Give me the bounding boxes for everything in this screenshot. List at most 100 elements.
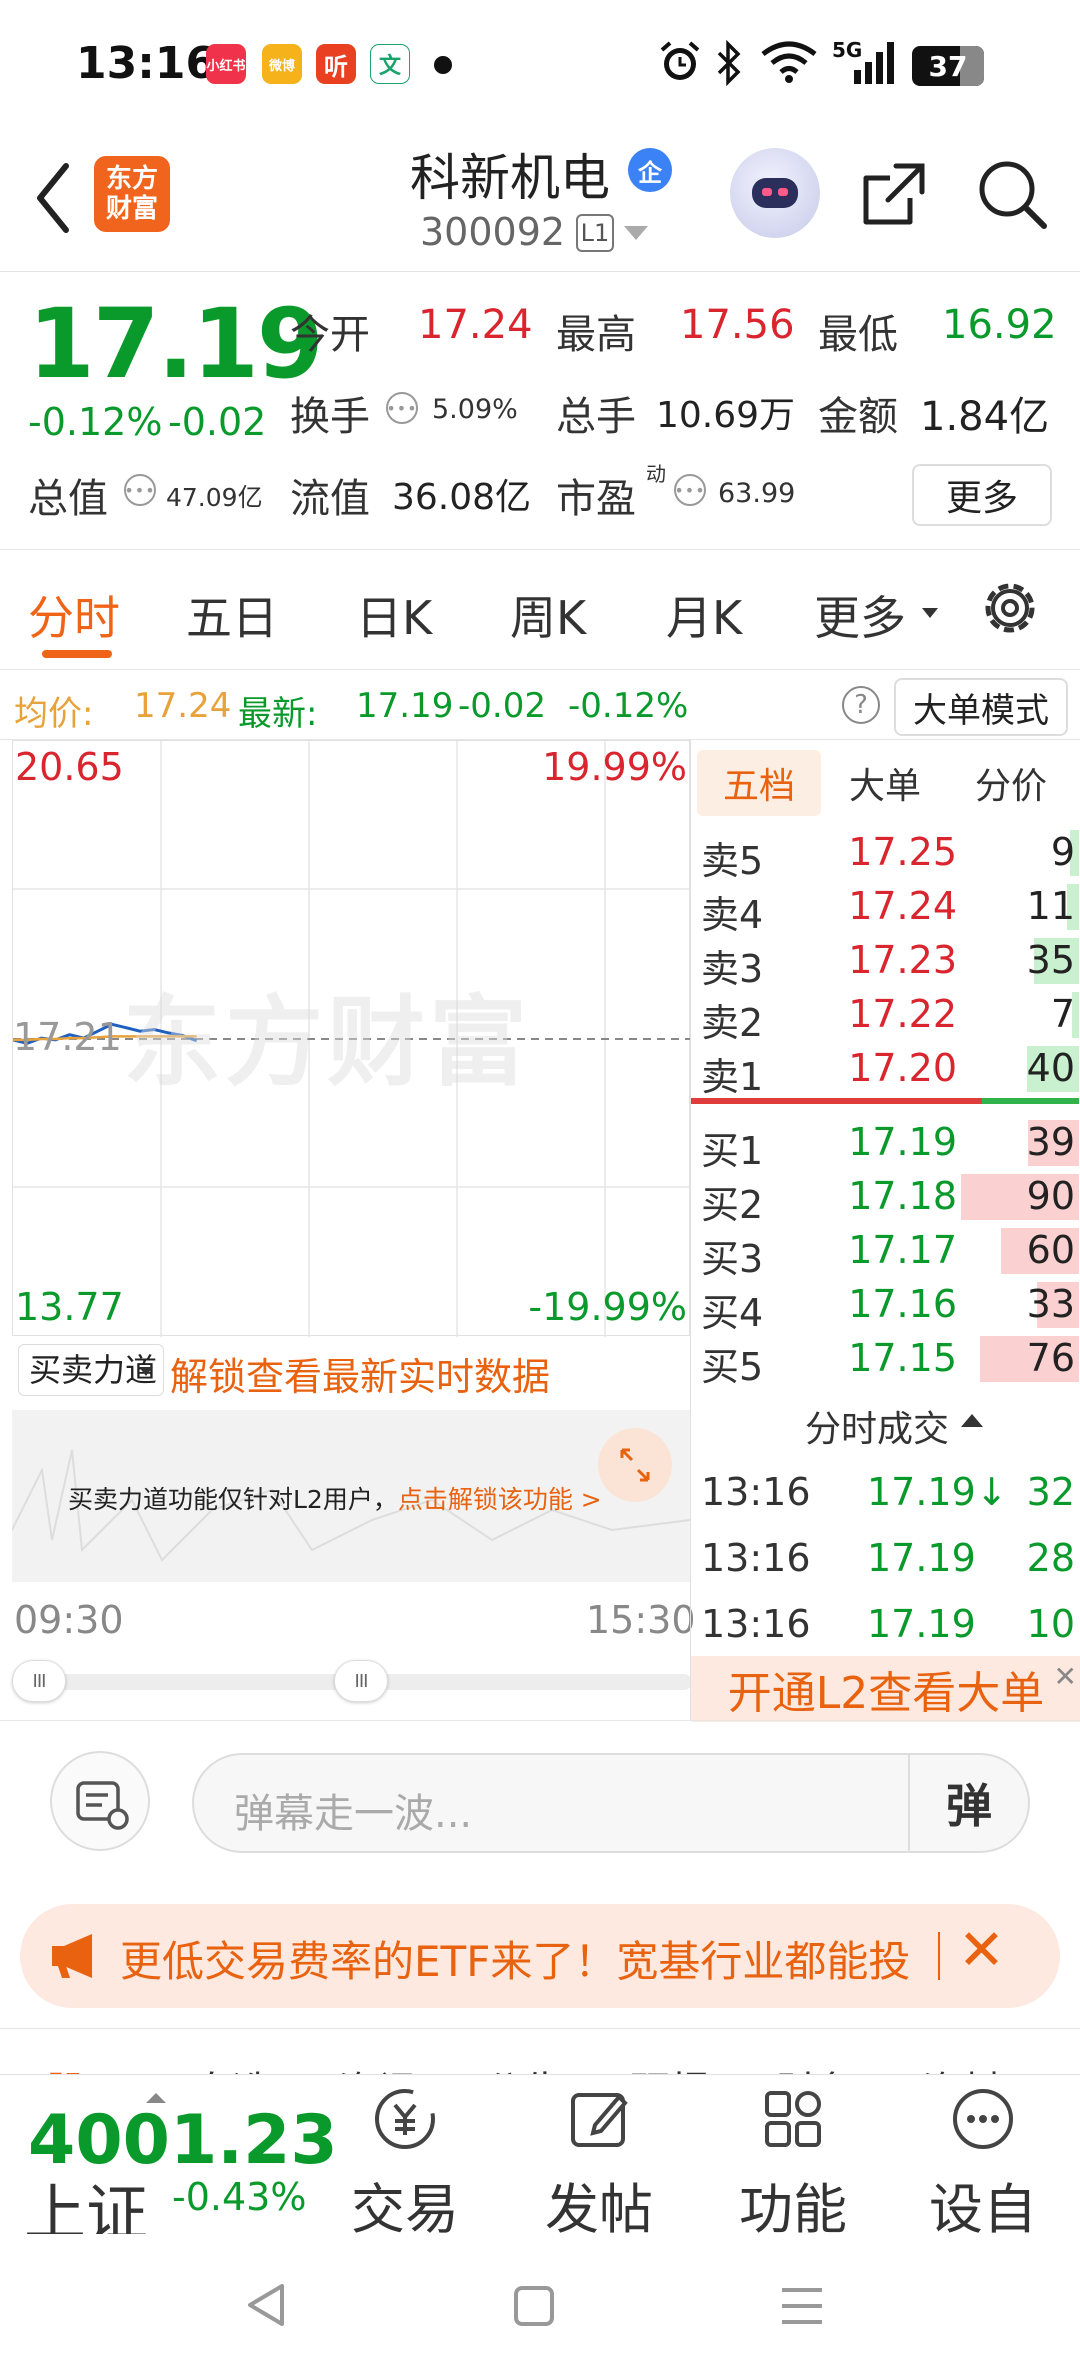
megaphone-icon (52, 1934, 92, 1978)
level-label: 卖3 (701, 947, 764, 991)
level-label: 买5 (701, 1345, 764, 1389)
unlock-title[interactable]: 解锁查看最新实时数据 (170, 1346, 550, 1401)
content-tab[interactable]: 股吧 (46, 2059, 126, 2074)
total-cap-info-icon[interactable]: ••• (124, 474, 156, 506)
level-badge[interactable]: L1 (576, 214, 614, 252)
open-l2-banner[interactable]: 开通L2查看大单 ✕ (691, 1656, 1080, 1722)
tab-five-levels[interactable]: 五档 (697, 750, 821, 816)
promo-close-icon[interactable]: ✕ (958, 1918, 1005, 1983)
tab-daily-k[interactable]: 日K (356, 582, 432, 648)
trade-time: 13:16 (701, 1470, 811, 1514)
bid-row[interactable]: 买4 17.16 33 (691, 1278, 1079, 1335)
time-axis-start: 09:30 (14, 1598, 124, 1642)
danmaku-settings-button[interactable] (50, 1751, 150, 1851)
tab-monthly-k[interactable]: 月K (666, 582, 742, 648)
toolbar-watchlist[interactable]: 设自 (908, 2085, 1058, 2234)
open-value: 17.24 (418, 302, 533, 348)
toolbar-trade[interactable]: 交易 (330, 2085, 480, 2234)
volume-value: 10.69万 (656, 395, 796, 436)
content-tab[interactable]: 资料 (922, 2059, 1002, 2074)
unlock-link[interactable]: 点击解锁该功能 > (398, 1485, 602, 1514)
stock-code: 300092 (420, 210, 566, 254)
level-label: 卖2 (701, 1001, 764, 1045)
toolbar-post[interactable]: 发帖 (524, 2085, 674, 2234)
bid-row[interactable]: 买2 17.18 90 (691, 1170, 1079, 1227)
high-value: 17.56 (680, 302, 795, 348)
content-tab[interactable]: 财务 (776, 2059, 856, 2074)
promo-banner[interactable]: 更低交易费率的ETF来了！宽基行业都能投 ✕ (20, 1904, 1060, 2008)
indicator-locked-box[interactable]: 买卖力道功能仅针对L2用户，点击解锁该功能 > (12, 1410, 690, 1582)
content-tab[interactable]: 自选 (192, 2059, 272, 2074)
expand-button[interactable] (598, 1428, 672, 1502)
status-time: 13:16 (76, 38, 217, 89)
tab-intraday[interactable]: 分时 (28, 582, 120, 648)
tab-weekly-k[interactable]: 周K (510, 582, 586, 648)
slider-left-handle[interactable]: III (12, 1660, 66, 1702)
indicator-select[interactable]: 买卖力道 (18, 1344, 164, 1396)
level-volume: 7 (1050, 992, 1075, 1036)
ask-row[interactable]: 卖2 17.22 7 (691, 988, 1079, 1045)
edit-icon (571, 2093, 628, 2147)
bottom-toolbar: 4001.23 上证 -0.43% 交易 发帖 功能 设自 (0, 2074, 1080, 2234)
share-icon[interactable] (858, 158, 930, 230)
index-name[interactable]: 上证 (24, 2163, 148, 2234)
gear-icon[interactable] (978, 576, 1042, 640)
tab-price-distribution[interactable]: 分价 (949, 750, 1073, 816)
bid-row[interactable]: 买5 17.15 76 (691, 1332, 1079, 1389)
bid-row[interactable]: 买1 17.19 39 (691, 1116, 1079, 1173)
ai-assistant-avatar[interactable] (730, 148, 820, 238)
system-navigation-bar (0, 2234, 1080, 2376)
nav-back-icon[interactable] (244, 2280, 288, 2330)
content-tab[interactable]: 研报 (630, 2059, 710, 2074)
pe-info-icon[interactable]: ••• (674, 474, 706, 506)
level-dropdown-icon[interactable] (624, 226, 648, 240)
tab-big-orders[interactable]: 大单 (827, 750, 943, 816)
close-icon[interactable]: ✕ (1054, 1660, 1077, 1693)
help-icon[interactable]: ? (842, 686, 880, 724)
big-order-mode-button[interactable]: 大单模式 (894, 678, 1068, 736)
level-label: 买1 (701, 1129, 764, 1173)
time-range-slider[interactable]: III III (12, 1660, 692, 1702)
ask-row[interactable]: 卖1 17.20 40 (691, 1042, 1079, 1099)
content-tab[interactable]: 公告 (484, 2059, 564, 2074)
content-tab[interactable]: 资讯 (338, 2059, 418, 2074)
eastmoney-logo[interactable]: 东方财富 (94, 156, 170, 232)
tab-more[interactable]: 更多 (814, 582, 906, 648)
toolbar-functions[interactable]: 功能 (718, 2085, 868, 2234)
bid-row[interactable]: 买3 17.17 60 (691, 1224, 1079, 1281)
nav-home-icon[interactable] (512, 2284, 556, 2328)
trade-volume: 10 (1026, 1602, 1075, 1646)
pct-axis-min: -19.99% (528, 1285, 687, 1329)
trade-volume: 32 (1026, 1470, 1075, 1514)
level-volume: 9 (1050, 830, 1075, 874)
level-label: 买4 (701, 1291, 764, 1335)
pe-label: 市盈 (556, 476, 636, 522)
level-label: 卖5 (701, 839, 764, 883)
ask-row[interactable]: 卖4 17.24 11 (691, 880, 1079, 937)
search-icon[interactable] (974, 156, 1050, 232)
nav-menu-icon[interactable] (778, 2284, 826, 2328)
danmaku-send-button[interactable]: 弹 (908, 1755, 1028, 1851)
turnover-info-icon[interactable]: ••• (386, 392, 418, 424)
danmaku-input[interactable]: 弹幕走一波... 弹 (192, 1753, 1030, 1853)
tab-five-day[interactable]: 五日 (186, 582, 278, 648)
order-book-panel: 五档 大单 分价 卖5 17.25 9 卖4 17.24 11 卖3 17.23 35 卖2 17.… (690, 740, 1080, 1722)
pe-value: 63.99 (718, 478, 796, 509)
ask-row[interactable]: 卖5 17.25 9 (691, 826, 1079, 883)
stock-name: 科新机电 (410, 149, 610, 207)
notification-dot-icon (434, 56, 452, 74)
trades-title[interactable]: 分时成交 (805, 1400, 984, 1452)
bluetooth-icon (717, 40, 741, 86)
intraday-chart[interactable]: 东方财富 20.65 19.99% 17.21 13.77 -19.99% (12, 740, 691, 1337)
prev-close-label: 17.21 (13, 1015, 122, 1059)
more-quote-button[interactable]: 更多 (912, 464, 1052, 526)
back-arrow-icon[interactable] (26, 158, 82, 238)
ask-row[interactable]: 卖3 17.23 35 (691, 934, 1079, 991)
slider-right-handle[interactable]: III (334, 1660, 388, 1702)
danmaku-placeholder: 弹幕走一波... (234, 1791, 473, 1837)
stock-header: 东方财富 科新机电 企 300092 L1 (0, 130, 1080, 272)
open-label: 今开 (290, 312, 370, 358)
float-cap-label: 流值 (290, 476, 370, 522)
tab-more-dropdown-icon[interactable] (922, 608, 938, 618)
total-cap-label: 总值 (28, 476, 108, 522)
